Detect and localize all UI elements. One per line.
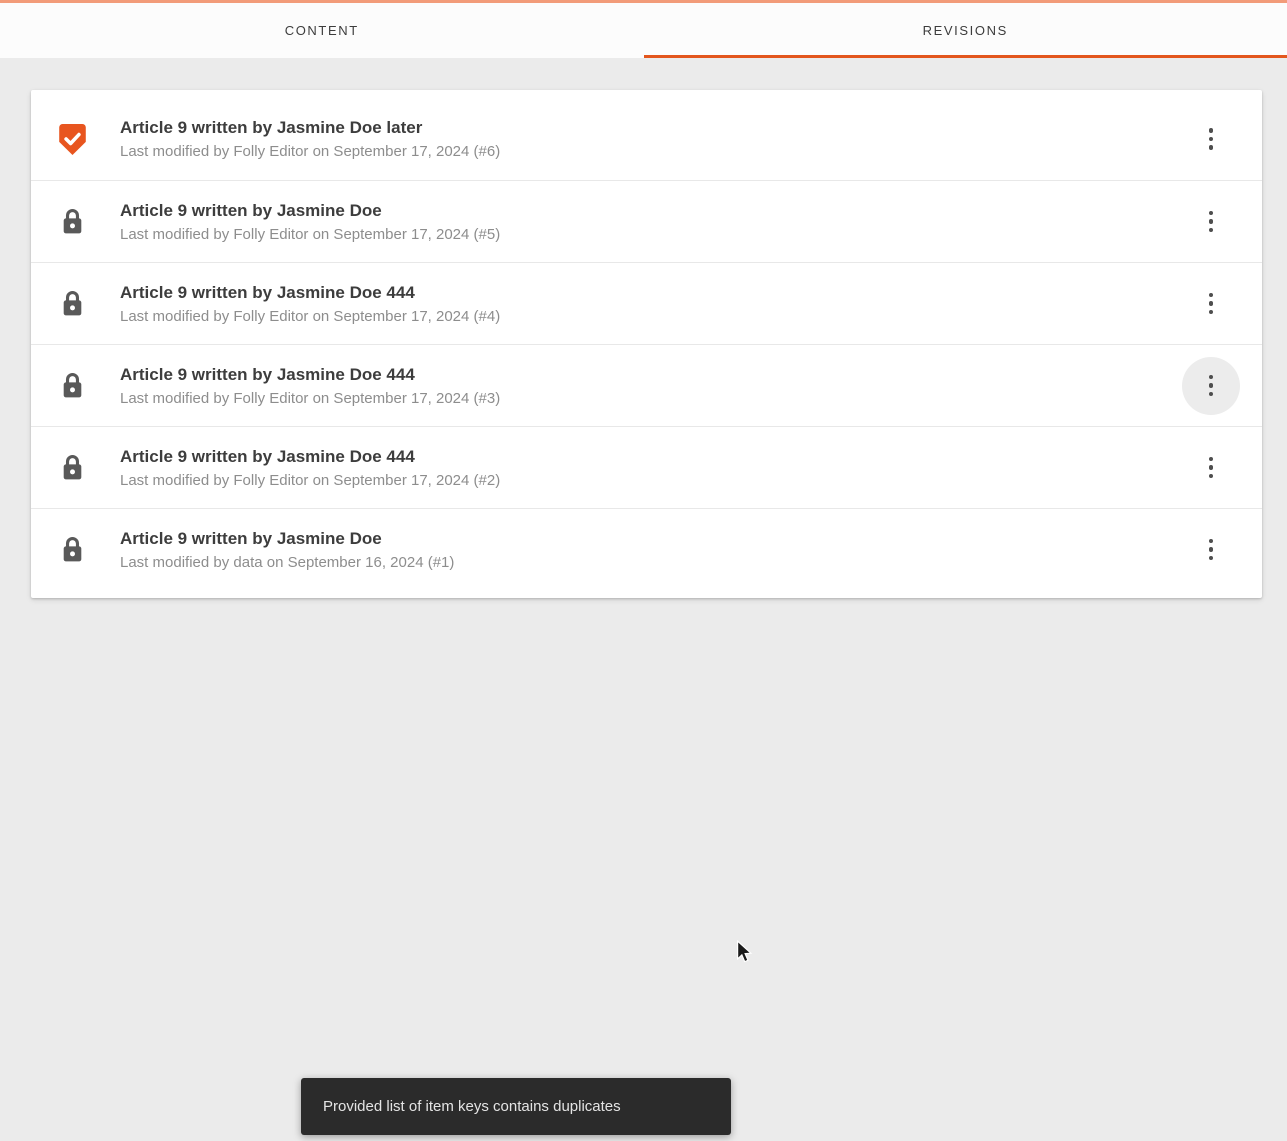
- revision-row[interactable]: Article 9 written by Jasmine Doe Last mo…: [31, 180, 1262, 262]
- tab-content[interactable]: CONTENT: [0, 3, 644, 58]
- kebab-icon: [1208, 292, 1214, 298]
- revision-subtitle: Last modified by data on September 16, 2…: [120, 553, 455, 571]
- revision-row[interactable]: Article 9 written by Jasmine Doe later L…: [31, 98, 1262, 180]
- kebab-menu-button[interactable]: [1182, 439, 1240, 497]
- lock-icon: [63, 373, 81, 398]
- kebab-icon: [1208, 374, 1214, 380]
- revision-row[interactable]: Article 9 written by Jasmine Doe 444 Las…: [31, 426, 1262, 508]
- revision-subtitle: Last modified by Folly Editor on Septemb…: [120, 389, 501, 407]
- tab-content-label: CONTENT: [284, 23, 359, 38]
- revision-subtitle: Last modified by Folly Editor on Septemb…: [120, 471, 501, 489]
- revision-title: Article 9 written by Jasmine Doe 444: [120, 364, 415, 384]
- lock-icon: [63, 209, 81, 234]
- revision-subtitle: Last modified by Folly Editor on Septemb…: [120, 225, 501, 243]
- revision-list: Article 9 written by Jasmine Doe later L…: [31, 90, 1262, 598]
- revision-subtitle: Last modified by Folly Editor on Septemb…: [120, 307, 501, 325]
- revision-row[interactable]: Article 9 written by Jasmine Doe 444 Las…: [31, 262, 1262, 344]
- kebab-icon: [1208, 128, 1214, 133]
- kebab-menu-button[interactable]: [1182, 356, 1240, 415]
- revision-title: Article 9 written by Jasmine Doe: [120, 200, 382, 220]
- kebab-menu-button[interactable]: [1182, 193, 1240, 251]
- mouse-cursor: [737, 940, 753, 963]
- revision-title: Article 9 written by Jasmine Doe 444: [120, 282, 415, 302]
- kebab-menu-button[interactable]: [1182, 110, 1240, 168]
- lock-icon: [63, 455, 81, 480]
- kebab-icon: [1208, 456, 1214, 462]
- revision-row[interactable]: Article 9 written by Jasmine Doe 444 Las…: [31, 344, 1262, 426]
- revision-row[interactable]: Article 9 written by Jasmine Doe Last mo…: [31, 508, 1262, 590]
- revision-title: Article 9 written by Jasmine Doe 444: [120, 446, 415, 466]
- lock-icon: [63, 291, 81, 316]
- active-tab-indicator: [643, 55, 1287, 58]
- revision-title: Article 9 written by Jasmine Doe later: [120, 118, 423, 137]
- lock-icon: [63, 537, 81, 562]
- tab-revisions[interactable]: REVISIONS: [643, 3, 1287, 58]
- kebab-menu-button[interactable]: [1182, 275, 1240, 333]
- revision-title: Article 9 written by Jasmine Doe: [120, 528, 382, 548]
- tab-revisions-label: REVISIONS: [922, 23, 1008, 38]
- approved-shield-icon: [58, 123, 86, 155]
- kebab-menu-button[interactable]: [1182, 521, 1240, 579]
- revision-subtitle: Last modified by Folly Editor on Septemb…: [120, 143, 501, 160]
- toast-message: Provided list of item keys contains dupl…: [323, 1098, 621, 1115]
- tab-bar: CONTENT REVISIONS: [0, 0, 1287, 58]
- kebab-icon: [1208, 210, 1214, 216]
- kebab-icon: [1208, 538, 1214, 544]
- toast: Provided list of item keys contains dupl…: [301, 1078, 731, 1135]
